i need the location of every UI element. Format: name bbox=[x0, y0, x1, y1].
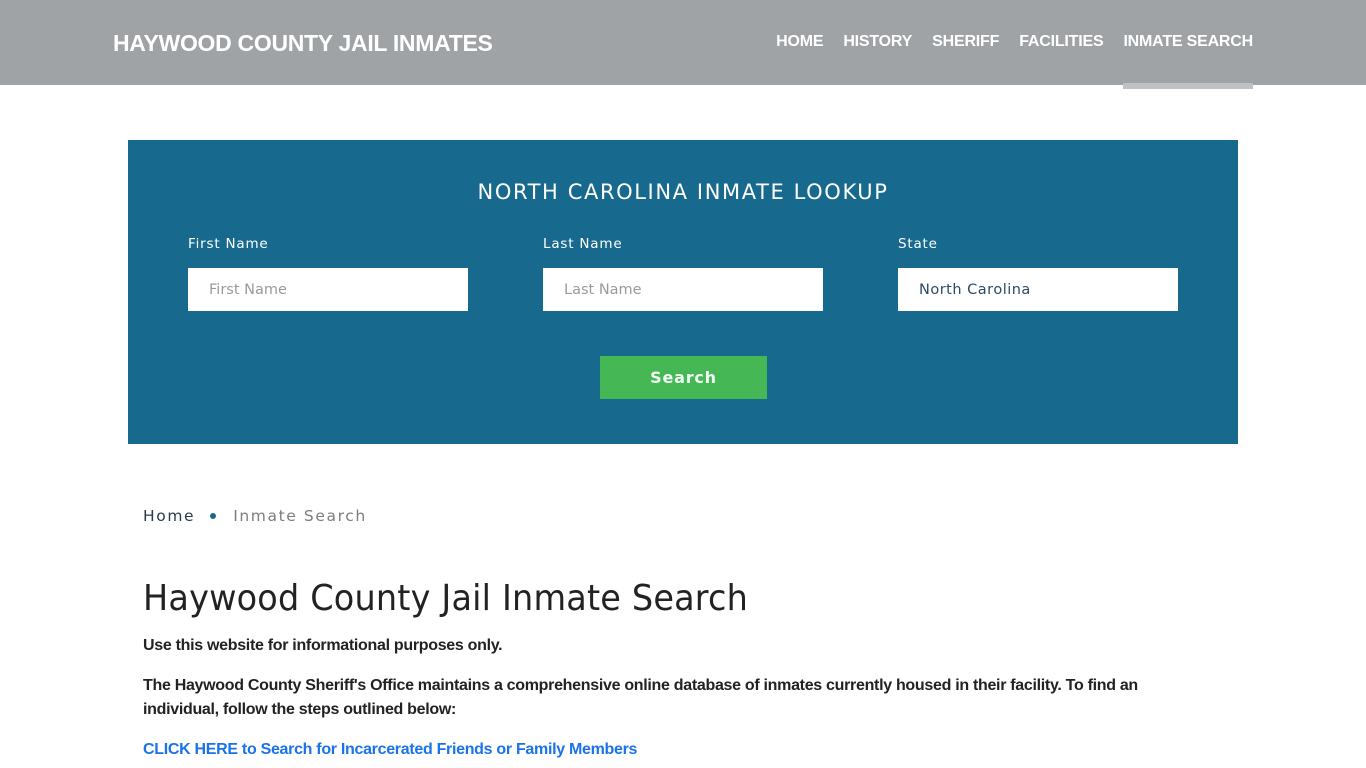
breadcrumb: Home Inmate Search bbox=[143, 507, 367, 525]
first-name-input[interactable] bbox=[188, 268, 468, 311]
search-button[interactable]: Search bbox=[600, 356, 767, 399]
site-header: HAYWOOD COUNTY JAIL INMATES HOME HISTORY… bbox=[0, 0, 1366, 89]
breadcrumb-home[interactable]: Home bbox=[143, 507, 195, 525]
nav-sheriff[interactable]: SHERIFF bbox=[922, 0, 1009, 85]
state-group: State North Carolina bbox=[898, 236, 1178, 311]
first-name-group: First Name bbox=[188, 236, 468, 311]
nav-inmate-search[interactable]: INMATE SEARCH bbox=[1113, 0, 1253, 89]
nav-home[interactable]: HOME bbox=[766, 0, 833, 85]
last-name-label: Last Name bbox=[543, 236, 623, 252]
site-logo[interactable]: HAYWOOD COUNTY JAIL INMATES bbox=[113, 30, 493, 57]
last-name-group: Last Name bbox=[543, 236, 823, 311]
nav-inmate-search-label: INMATE SEARCH bbox=[1123, 32, 1253, 50]
nav-sheriff-label: SHERIFF bbox=[932, 32, 1000, 50]
last-name-input[interactable] bbox=[543, 268, 823, 311]
intro-text: Use this website for informational purpo… bbox=[143, 637, 503, 654]
search-cta-link[interactable]: CLICK HERE to Search for Incarcerated Fr… bbox=[143, 738, 637, 762]
nav-history-label: HISTORY bbox=[843, 32, 913, 50]
first-name-label: First Name bbox=[188, 236, 269, 252]
nav-facilities[interactable]: FACILITIES bbox=[1009, 0, 1113, 85]
main-nav: HOME HISTORY SHERIFF FACILITIES INMATE S… bbox=[766, 0, 1253, 89]
breadcrumb-separator-dot-icon bbox=[210, 513, 217, 519]
state-select[interactable]: North Carolina bbox=[898, 268, 1178, 311]
description-text: The Haywood County Sheriff's Office main… bbox=[143, 677, 1138, 718]
state-label: State bbox=[898, 236, 938, 252]
nav-home-label: HOME bbox=[776, 32, 824, 50]
breadcrumb-current: Inmate Search bbox=[233, 507, 367, 525]
nav-facilities-label: FACILITIES bbox=[1019, 32, 1104, 50]
lookup-title: NORTH CAROLINA INMATE LOOKUP bbox=[477, 180, 889, 204]
nav-history[interactable]: HISTORY bbox=[833, 0, 922, 85]
page-title: Haywood County Jail Inmate Search bbox=[143, 578, 749, 619]
